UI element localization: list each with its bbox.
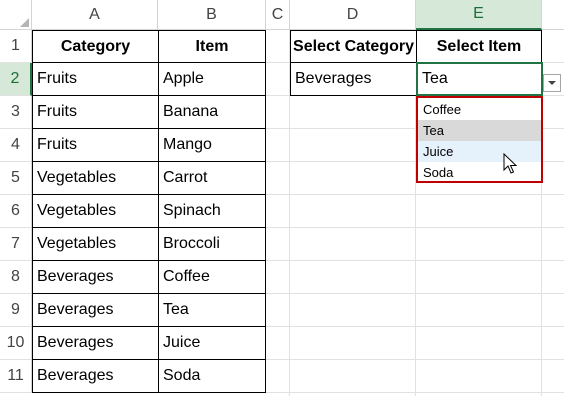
item-cell[interactable]: Mango [159,129,266,162]
column-header-d[interactable]: D [290,0,416,30]
category-cell[interactable]: Vegetables [32,228,159,261]
header-category[interactable]: Category [32,30,159,63]
dropdown-toggle-button[interactable] [543,74,561,92]
row-header-6[interactable]: 6 [0,195,32,228]
category-cell[interactable]: Vegetables [32,195,159,228]
item-select-cell[interactable]: Tea [416,62,543,96]
category-cell[interactable]: Beverages [32,360,159,393]
column-header-b[interactable]: B [158,0,266,30]
item-cell[interactable]: Broccoli [159,228,266,261]
row-header-5[interactable]: 5 [0,162,32,195]
item-cell[interactable]: Spinach [159,195,266,228]
item-cell[interactable]: Carrot [159,162,266,195]
dropdown-option[interactable]: Soda [418,162,541,183]
category-cell[interactable]: Beverages [32,327,159,360]
dropdown-option-hovered[interactable]: Juice [418,141,541,162]
row-header-3[interactable]: 3 [0,96,32,129]
chevron-down-icon [548,81,556,85]
row-header-4[interactable]: 4 [0,129,32,162]
item-cell[interactable]: Banana [159,96,266,129]
dropdown-list: Coffee Tea Juice Soda [416,96,543,183]
row-header-7[interactable]: 7 [0,228,32,261]
category-cell[interactable]: Fruits [32,96,159,129]
category-cell[interactable]: Vegetables [32,162,159,195]
item-cell[interactable]: Coffee [159,261,266,294]
column-header-c[interactable]: C [266,0,290,30]
category-cell[interactable]: Beverages [32,294,159,327]
select-item-header[interactable]: Select Item [417,30,542,63]
row-header-1[interactable]: 1 [0,30,32,63]
category-cell[interactable]: Fruits [32,129,159,162]
column-header-e[interactable]: E [416,0,542,30]
header-item[interactable]: Item [159,30,266,63]
category-select-cell[interactable]: Beverages [290,63,417,96]
category-cell[interactable]: Fruits [32,63,159,96]
column-header-a[interactable]: A [32,0,158,30]
item-cell[interactable]: Soda [159,360,266,393]
row-header-2[interactable]: 2 [0,63,32,96]
dropdown-option[interactable]: Coffee [418,99,541,120]
select-all-corner[interactable] [0,0,32,30]
item-cell[interactable]: Apple [159,63,266,96]
row-header-11[interactable]: 11 [0,360,32,393]
mouse-cursor-icon [503,153,517,174]
item-cell[interactable]: Juice [159,327,266,360]
category-cell[interactable]: Beverages [32,261,159,294]
row-header-8[interactable]: 8 [0,261,32,294]
dropdown-option-selected[interactable]: Tea [418,120,541,141]
row-header-10[interactable]: 10 [0,327,32,360]
item-cell[interactable]: Tea [159,294,266,327]
column-header-blank [542,0,564,30]
row-header-9[interactable]: 9 [0,294,32,327]
select-category-header[interactable]: Select Category [290,30,417,63]
